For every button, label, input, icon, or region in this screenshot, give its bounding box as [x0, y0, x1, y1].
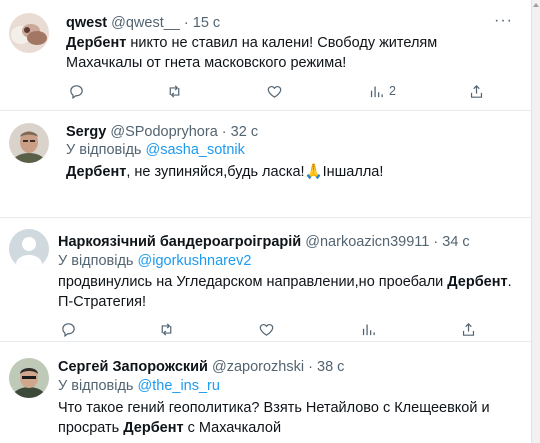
- avatar[interactable]: [9, 358, 49, 398]
- like-button[interactable]: [258, 319, 275, 339]
- tweet-text-part: с Махачкалой: [183, 420, 282, 436]
- keyword: Дербент: [123, 420, 184, 436]
- tweet-actions: [60, 319, 490, 339]
- share-icon: [462, 322, 475, 336]
- tweet-header: Наркоязічний бандероагроіграрій @narkoaz…: [58, 233, 470, 251]
- retweet-button[interactable]: [158, 319, 175, 339]
- tweet[interactable]: Сергей Запорожский @zaporozhski · 38 с У…: [0, 342, 531, 443]
- views-count: 2: [389, 84, 396, 98]
- retweet-icon: [161, 322, 172, 336]
- scroll-up-arrow-icon[interactable]: [533, 3, 539, 7]
- avatar[interactable]: [9, 13, 49, 53]
- reply-button[interactable]: [60, 319, 77, 339]
- tweet-text-part: просрать: [58, 420, 124, 436]
- user-handle[interactable]: @SPodopryhora: [110, 124, 217, 140]
- separator-dot: ·: [308, 359, 313, 375]
- tweet-text: Дербент никто не ставил на калени! Свобо…: [66, 33, 496, 73]
- heart-icon: [267, 85, 282, 98]
- tweet-text-line-2: П-Стратегия!: [58, 294, 146, 310]
- timestamp[interactable]: 38 с: [317, 359, 344, 375]
- reply-icon: [62, 322, 75, 337]
- reply-mention[interactable]: @igorkushnarev2: [138, 253, 252, 269]
- reply-prefix: У відповідь: [66, 142, 142, 158]
- retweet-button[interactable]: [166, 81, 183, 101]
- display-name[interactable]: Sergy: [66, 124, 106, 140]
- user-handle[interactable]: @narkoazicn39911: [305, 234, 429, 250]
- like-button[interactable]: [266, 81, 283, 101]
- tweet-header: Сергей Запорожский @zaporozhski · 38 с: [58, 358, 344, 376]
- tweet-text: продвинулись на Угледарском направлении,…: [58, 272, 528, 312]
- tweet-text-line-1: Что такое гений геополитика? Взять Нетай…: [58, 400, 490, 416]
- tweet-text: Дербент, не зупиняйся,будь ласка!🙏Іншалл…: [66, 162, 496, 182]
- separator-dot: ·: [221, 124, 227, 140]
- views-button[interactable]: [360, 319, 377, 339]
- display-name[interactable]: qwest: [66, 15, 107, 31]
- timestamp[interactable]: 15 с: [193, 15, 220, 31]
- separator-dot: ·: [433, 234, 439, 250]
- reply-prefix: У відповідь: [58, 378, 134, 394]
- heart-icon: [259, 323, 274, 336]
- reply-context: У відповідь @igorkushnarev2: [58, 253, 251, 269]
- timestamp[interactable]: 34 с: [442, 234, 469, 250]
- display-name[interactable]: Сергей Запорожский: [58, 359, 208, 375]
- user-handle[interactable]: @qwest__: [111, 15, 180, 31]
- tweet[interactable]: Наркоязічний бандероагроіграрій @narkoaz…: [0, 218, 531, 342]
- share-icon: [470, 84, 483, 98]
- user-handle[interactable]: @zaporozhski: [212, 359, 304, 375]
- separator-dot: ·: [183, 15, 189, 31]
- reply-icon: [70, 84, 83, 99]
- reply-button[interactable]: [68, 81, 85, 101]
- timestamp[interactable]: 32 с: [231, 124, 258, 140]
- analytics-icon: [362, 324, 375, 335]
- tweet-actions: 2: [68, 81, 498, 101]
- scrollbar[interactable]: [531, 0, 540, 443]
- tweet-text-rest: , не зупиняйся,будь ласка!🙏Іншалла!: [126, 164, 384, 180]
- views-button[interactable]: 2: [368, 81, 396, 101]
- reply-prefix: У відповідь: [58, 253, 134, 269]
- tweet-text-line-1: продвинулись на Угледарском направлении,…: [58, 272, 528, 292]
- tweet[interactable]: qwest @qwest__ · 15 с ··· Дербент никто …: [0, 0, 531, 111]
- more-options-icon[interactable]: ···: [494, 12, 513, 30]
- tweet-text: Что такое гений геополитика? Взять Нетай…: [58, 398, 528, 438]
- display-name[interactable]: Наркоязічний бандероагроіграрій: [58, 234, 301, 250]
- tweet[interactable]: Sergy @SPodopryhora · 32 с У відповідь @…: [0, 111, 531, 218]
- tweet-header: qwest @qwest__ · 15 с: [66, 14, 220, 32]
- keyword: Дербент: [66, 35, 127, 51]
- reply-context: У відповідь @sasha_sotnik: [66, 142, 245, 158]
- tweet-text-line-2: просрать Дербент с Махачкалой: [58, 418, 528, 438]
- tweet-text-part: .: [507, 274, 512, 290]
- keyword: Дербент: [447, 274, 508, 290]
- share-button[interactable]: [460, 319, 477, 339]
- share-button[interactable]: [468, 81, 485, 101]
- retweet-icon: [169, 84, 180, 98]
- keyword: Дербент: [66, 164, 127, 180]
- analytics-icon: [370, 86, 383, 97]
- avatar[interactable]: [9, 229, 49, 269]
- reply-context: У відповідь @the_ins_ru: [58, 378, 220, 394]
- reply-mention[interactable]: @the_ins_ru: [138, 378, 220, 394]
- tweet-text-part: продвинулись на Угледарском направлении,…: [58, 274, 448, 290]
- tweet-header: Sergy @SPodopryhora · 32 с: [66, 123, 258, 141]
- reply-mention[interactable]: @sasha_sotnik: [146, 142, 245, 158]
- avatar[interactable]: [9, 123, 49, 163]
